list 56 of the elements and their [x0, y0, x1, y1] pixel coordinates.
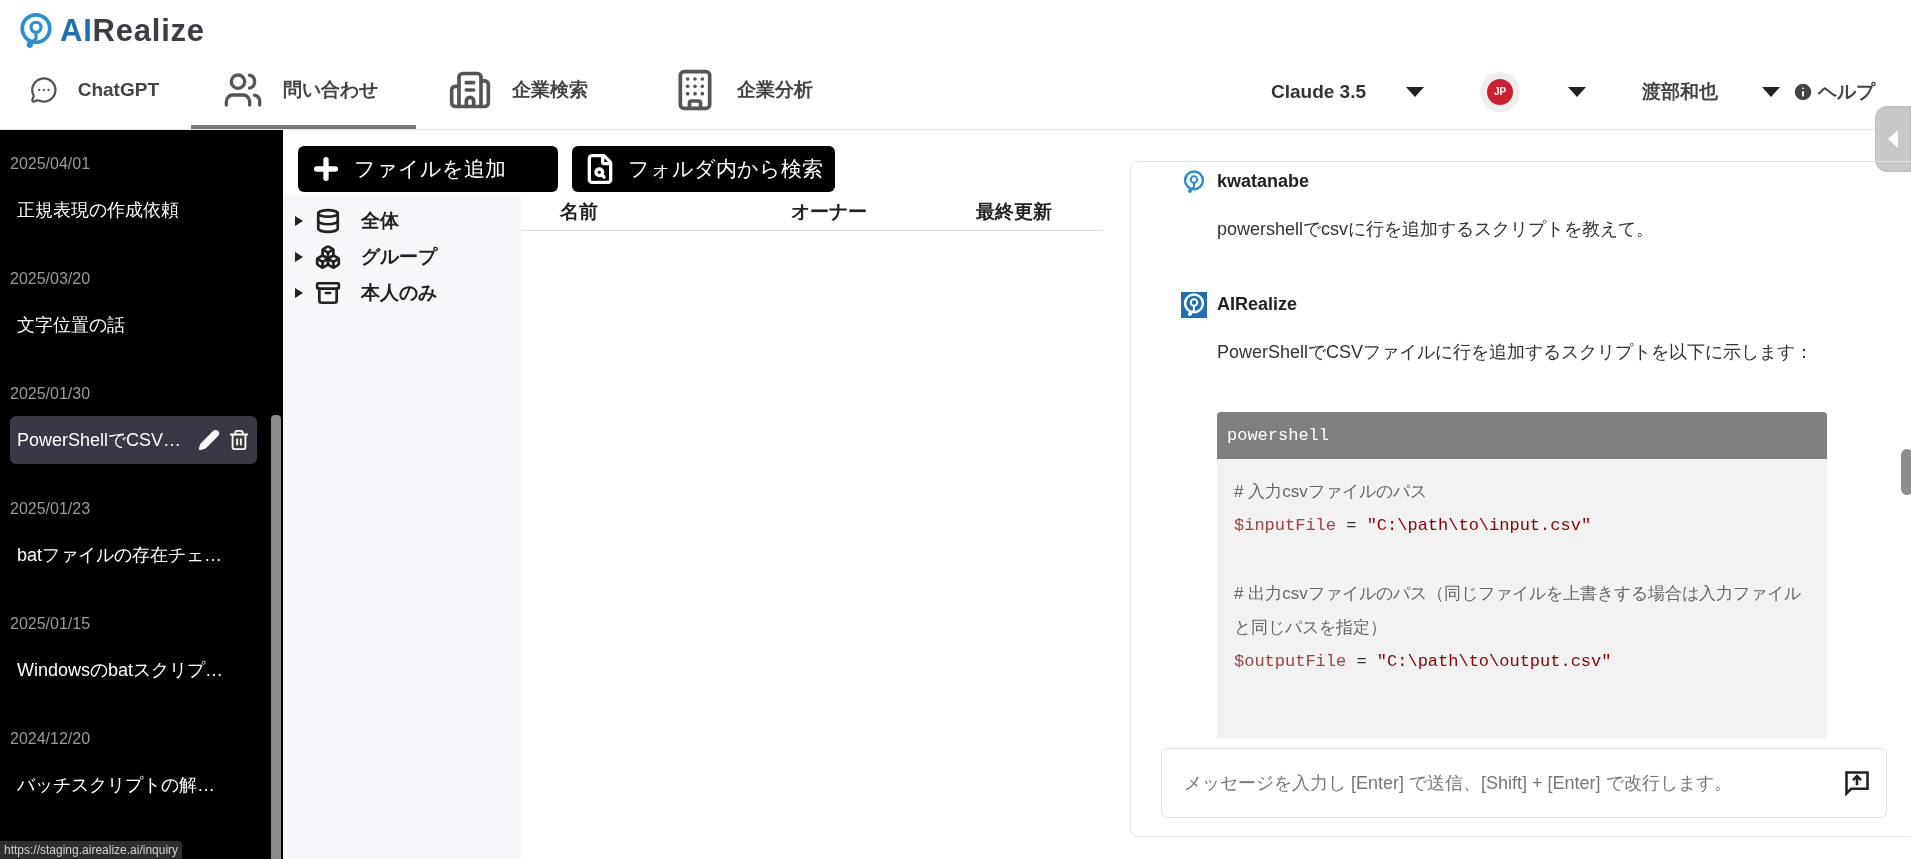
history-date: 2025/01/15 [10, 614, 92, 634]
send-icon[interactable] [1843, 769, 1871, 797]
history-date: 2025/03/20 [10, 269, 92, 289]
history-date: 2025/01/23 [10, 499, 92, 519]
status-url: https://staging.airealize.ai/inquiry [0, 841, 183, 859]
user-menu[interactable]: 渡部和也 [1642, 77, 1780, 107]
database-icon [315, 208, 341, 234]
scrollbar [1901, 449, 1911, 495]
tree-item[interactable]: グループ [295, 239, 521, 275]
code-comment: # 入力csvファイルのパス [1234, 481, 1428, 503]
expand-caret-icon[interactable] [295, 288, 303, 298]
logo-text: AIRealize [60, 12, 205, 51]
action-button[interactable]: フォルダ内から検索 [572, 146, 835, 192]
tree-item[interactable]: 全体 [295, 203, 521, 239]
caret-icon [1568, 86, 1586, 97]
history-item[interactable]: バッチスクリプトの解… [10, 761, 257, 809]
expand-caret-icon[interactable] [295, 252, 303, 262]
code-line: $outputFile = "C:\path\to\output.csv" [1234, 651, 1613, 673]
history-item[interactable]: batファイルの存在チェ… [10, 531, 257, 579]
action-button[interactable]: ファイルを追加 [298, 146, 558, 192]
info-icon [1792, 80, 1814, 103]
sender-name: AIRealize [1217, 293, 1298, 316]
archive-icon [315, 280, 341, 306]
boxes-icon [315, 244, 341, 270]
history-date: 2024/12/20 [10, 729, 92, 749]
expand-caret-icon[interactable] [295, 216, 303, 226]
column-header[interactable]: 最終更新 [976, 198, 1052, 227]
tree-item[interactable]: 本人のみ [295, 275, 521, 311]
code-language-bar: powershell [1217, 412, 1827, 459]
sender-name: kwatanabe [1217, 170, 1310, 193]
column-header[interactable]: 名前 [560, 198, 791, 227]
collapse-arrow-icon [1888, 130, 1898, 148]
message-input[interactable]: メッセージを入力し [Enter] で送信、[Shift] + [Enter] で改行します。 [1161, 748, 1887, 818]
nav-tab[interactable]: ChatGPT [16, 54, 191, 129]
history-item[interactable]: 文字位置の話 [10, 301, 257, 349]
history-item[interactable]: 正規表現の作成依頼 [10, 186, 257, 234]
help-link[interactable]: ヘルプ [1818, 77, 1875, 107]
code-comment: # 出力csvファイルのパス（同じファイルを上書きする場合は入力ファイルと同じパスを指定） [1234, 583, 1802, 639]
message-text: powershellでcsvに行を追加するスクリプトを教えて。 [1217, 218, 1656, 241]
caret-icon [1762, 86, 1780, 97]
history-item[interactable]: Windowsのbatスクリプ… [10, 646, 257, 694]
logo-icon [1181, 168, 1207, 195]
history-item[interactable]: PowerShellでCSV… [10, 416, 257, 464]
logo-icon [1181, 291, 1207, 318]
language-badge[interactable]: JP [1480, 71, 1520, 112]
edit-icon[interactable] [198, 429, 220, 451]
code-line: $inputFile = "C:\path\to\input.csv" [1234, 515, 1593, 537]
caret-icon [1406, 86, 1424, 97]
trash-icon[interactable] [228, 429, 250, 451]
history-date: 2025/01/30 [10, 384, 92, 404]
history-date: 2025/04/01 [10, 154, 92, 174]
message-text: PowerShellでCSVファイルに行を追加するスクリプトを以下に示します： [1217, 341, 1815, 364]
nav-tab[interactable]: 企業検索 [416, 54, 641, 129]
column-header[interactable]: オーナー [791, 198, 976, 227]
model-selector[interactable]: Claude 3.5 [1270, 77, 1424, 107]
nav-tab[interactable]: 企業分析 [641, 54, 866, 129]
